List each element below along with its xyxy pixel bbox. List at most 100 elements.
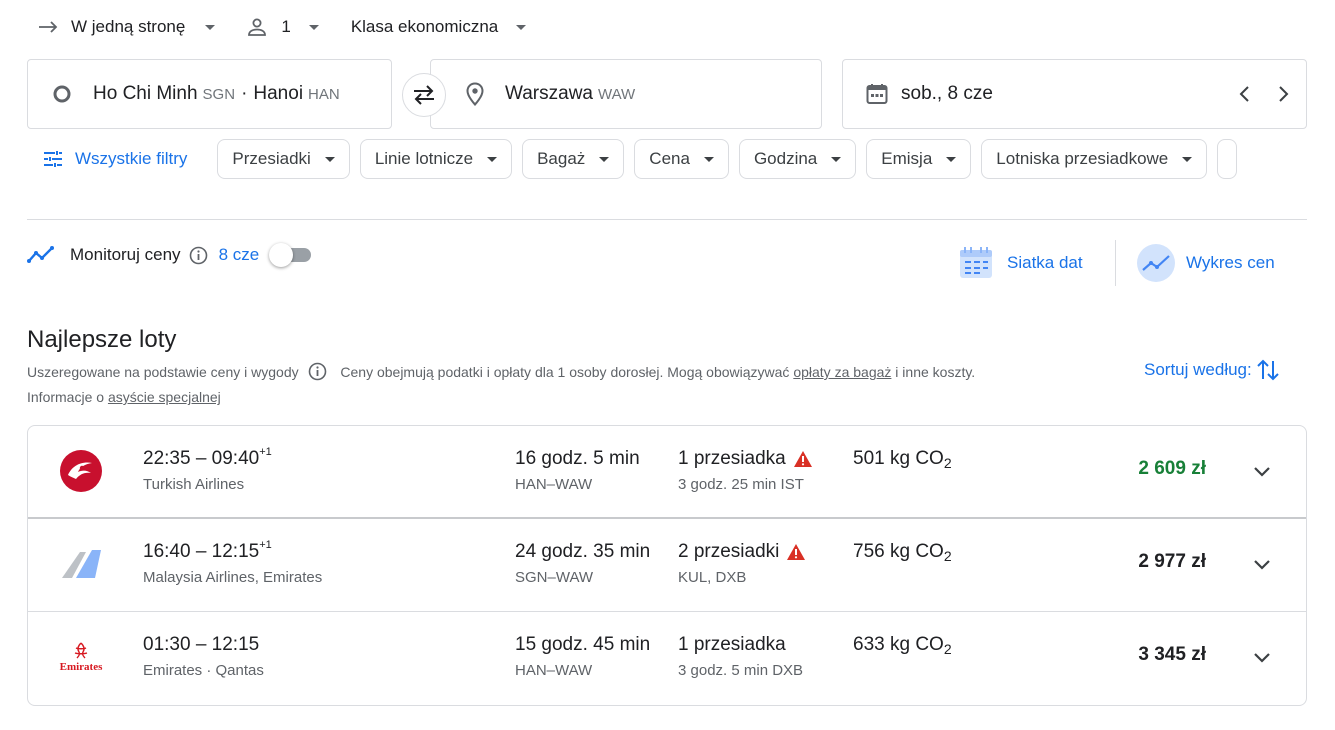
next-date-button[interactable]	[1277, 84, 1291, 110]
monitor-date: 8 cze	[218, 245, 260, 264]
stops-count: 1 przesiadka	[678, 448, 786, 469]
passengers-select[interactable]: 1	[247, 17, 319, 37]
trip-options: W jedną stronę 1 Klasa ekonomiczna	[38, 14, 527, 40]
co2-value: 756 kg CO	[853, 541, 944, 562]
date-grid-icon	[960, 247, 992, 278]
warning-icon	[787, 544, 806, 560]
filter-chip-stops[interactable]: Przesiadki	[217, 139, 350, 179]
flight-route: HAN–WAW	[515, 476, 593, 493]
co2-emissions: 756 kg CO2	[853, 541, 952, 564]
turkish-airlines-logo	[58, 448, 104, 494]
warning-icon	[793, 451, 812, 467]
chip-label: Linie lotnicze	[374, 149, 474, 168]
destination-field[interactable]: Warszawa WAW	[430, 59, 822, 129]
info-icon[interactable]	[308, 362, 327, 381]
emirates-logo-text: Emirates	[59, 660, 103, 673]
chevron-down-icon	[946, 156, 957, 162]
cabin-class-select[interactable]: Klasa ekonomiczna	[350, 17, 527, 37]
chevron-down-icon	[516, 24, 527, 30]
filter-chip-airlines[interactable]: Linie lotnicze	[359, 139, 513, 179]
airline-name: Turkish Airlines	[143, 476, 245, 493]
filter-chip-more[interactable]	[1217, 139, 1238, 179]
previous-date-button[interactable]	[1237, 84, 1251, 110]
flight-results-list: 22:35 – 09:40+1 Turkish Airlines 16 godz…	[27, 425, 1307, 706]
special-assistance-link[interactable]: asyście specjalnej	[108, 389, 221, 405]
date-grid-button[interactable]: Siatka dat	[958, 242, 1083, 284]
trip-type-label: W jedną stronę	[71, 17, 186, 36]
flight-row[interactable]: 22:35 – 09:40+1 Turkish Airlines 16 godz…	[28, 426, 1306, 519]
origin-circle-icon	[53, 85, 71, 103]
price-tracking: Monitoruj ceny 8 cze	[27, 240, 312, 270]
flight-duration: 24 godz. 35 min	[515, 541, 651, 562]
destination-code: WAW	[597, 85, 636, 103]
expand-button[interactable]	[1248, 551, 1276, 579]
sort-label: Sortuj według:	[1144, 360, 1252, 379]
price-graph-button[interactable]: Wykres cen	[1136, 242, 1275, 284]
info-icon[interactable]	[189, 246, 208, 265]
filter-chip-price[interactable]: Cena	[634, 139, 729, 179]
emirates-logo: Emirates	[58, 634, 104, 680]
expand-button[interactable]	[1248, 458, 1276, 486]
stops-info: 1 przesiadka	[678, 634, 786, 656]
tune-icon	[44, 151, 62, 167]
swap-arrows-icon	[414, 85, 434, 105]
co2-subscript: 2	[943, 455, 952, 471]
arrow-right-icon	[39, 21, 58, 33]
origin-code-2: HAN	[308, 85, 340, 103]
origin-city-2: Hanoi	[253, 83, 304, 104]
price-graph-icon	[1137, 244, 1175, 282]
expand-button[interactable]	[1248, 644, 1276, 672]
layover-detail: 3 godz. 25 min IST	[678, 476, 804, 493]
chevron-down-icon	[205, 24, 216, 30]
filter-chip-connecting-airports[interactable]: Lotniska przesiadkowe	[981, 139, 1208, 179]
chevron-down-icon	[324, 156, 335, 162]
person-icon	[248, 18, 267, 36]
airline-name: Emirates · Qantas	[143, 662, 264, 679]
prices-note-end: i inne koszty.	[895, 364, 976, 380]
toggle-knob	[269, 243, 294, 267]
stops-info: 2 przesiadki	[678, 541, 806, 563]
chip-label: Godzina	[753, 149, 818, 168]
origin-field[interactable]: Ho Chi Minh SGN · Hanoi HAN	[27, 59, 392, 129]
cabin-class-label: Klasa ekonomiczna	[350, 17, 499, 36]
date-field[interactable]: sob., 8 cze	[842, 59, 1307, 129]
departure-date: sob., 8 cze	[901, 83, 993, 104]
chevron-left-icon	[1239, 86, 1249, 102]
trip-type-select[interactable]: W jedną stronę	[38, 17, 216, 37]
results-info: Uszeregowane na podstawie ceny i wygody …	[27, 360, 1127, 410]
chevron-right-icon	[1279, 86, 1289, 102]
chip-label: Lotniska przesiadkowe	[996, 149, 1169, 168]
multi-airline-logo	[58, 541, 104, 587]
filter-chip-times[interactable]: Godzina	[738, 139, 857, 179]
all-filters-label: Wszystkie filtry	[75, 149, 188, 168]
swap-button[interactable]	[402, 73, 446, 117]
flight-times: 01:30 – 12:15	[143, 634, 259, 656]
chevron-down-icon	[1254, 653, 1270, 663]
ranking-note: Uszeregowane na podstawie ceny i wygody	[27, 364, 299, 380]
flight-times: 16:40 – 12:15+1	[143, 539, 272, 563]
time-range: 16:40 – 12:15	[143, 541, 260, 562]
vertical-divider	[1115, 240, 1116, 286]
baggage-fees-link[interactable]: opłaty za bagaż	[793, 364, 891, 380]
layover-detail: 3 godz. 5 min DXB	[678, 662, 804, 679]
stops-info: 1 przesiadka	[678, 448, 813, 470]
layover-detail: KUL, DXB	[678, 569, 747, 586]
filter-chip-bags[interactable]: Bagaż	[522, 139, 625, 179]
flight-row[interactable]: 16:40 – 12:15+1 Malaysia Airlines, Emira…	[28, 519, 1306, 612]
filter-chip-emissions[interactable]: Emisja	[866, 139, 972, 179]
chevron-down-icon	[308, 24, 319, 30]
flight-row[interactable]: Emirates 01:30 – 12:15 Emirates · Qantas…	[28, 612, 1306, 705]
divider	[27, 219, 1307, 220]
all-filters-button[interactable]: Wszystkie filtry	[27, 139, 201, 179]
chip-label: Bagaż	[537, 149, 586, 168]
flight-route: HAN–WAW	[515, 662, 593, 679]
sort-button[interactable]: Sortuj według:	[1144, 357, 1279, 383]
airline-name: Malaysia Airlines, Emirates	[143, 569, 323, 586]
stops-count: 1 przesiadka	[678, 634, 786, 655]
filter-bar: Wszystkie filtry Przesiadki Linie lotnic…	[27, 139, 1307, 179]
prices-note: Ceny obejmują podatki i opłaty dla 1 oso…	[340, 364, 790, 380]
trending-line-icon	[27, 246, 54, 263]
flight-times: 22:35 – 09:40+1	[143, 446, 272, 470]
price-tracking-toggle[interactable]	[269, 243, 312, 267]
chevron-down-icon	[1254, 560, 1270, 570]
